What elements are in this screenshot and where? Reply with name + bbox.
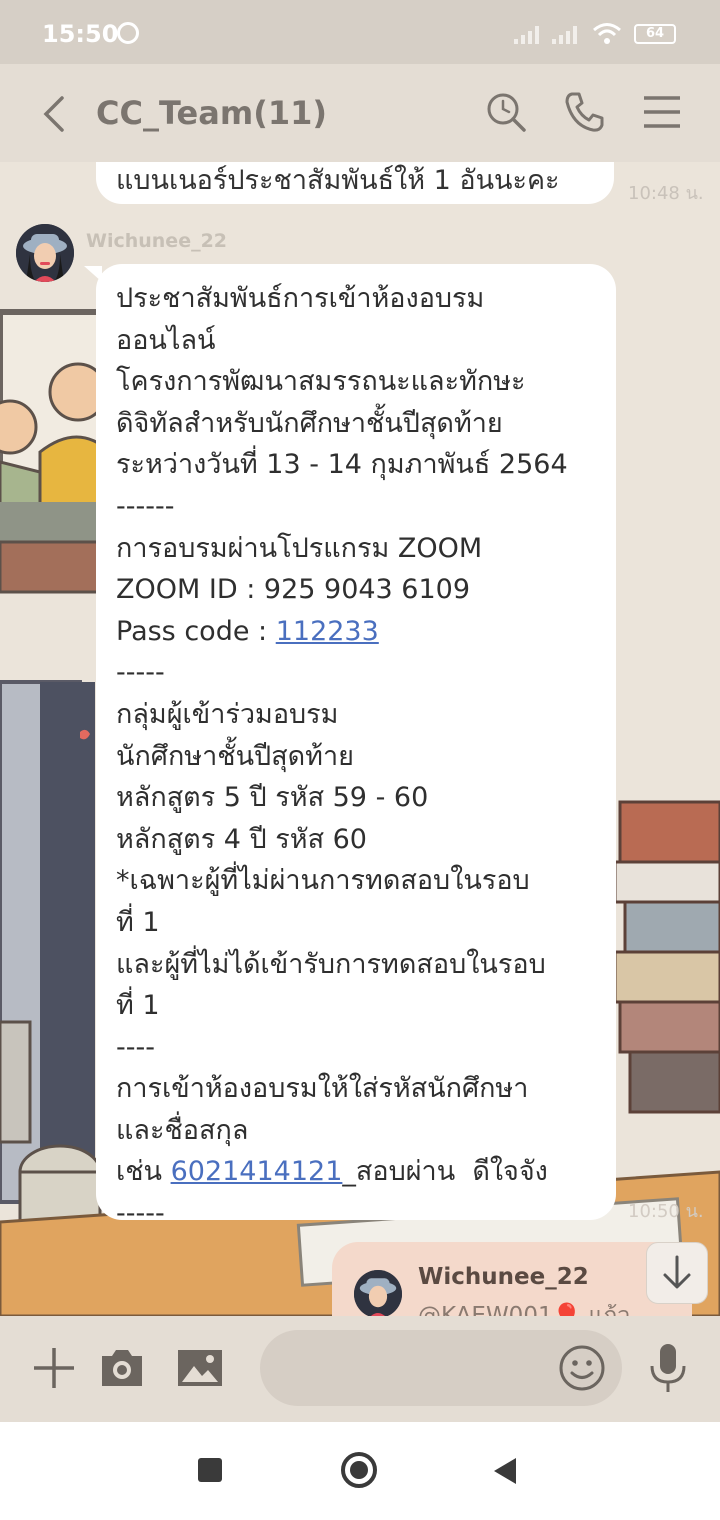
mention-avatar <box>354 1270 402 1316</box>
message-bubble[interactable]: ประชาสัมพันธ์การเข้าห้องอบรม ออนไลน์ โคร… <box>96 264 616 1229</box>
arrow-down-icon <box>663 1255 691 1289</box>
chat-header: CC_Team(11) <box>0 64 720 162</box>
status-time: 15:50 <box>42 20 119 48</box>
chat-title[interactable]: CC_Team(11) <box>96 94 327 132</box>
message-text-part: ----- กลุ่มผู้เข้าร่วมอบรม นักศึกษาชั้นป… <box>116 657 546 1188</box>
message-time: 10:48 น. <box>628 183 704 204</box>
chat-area[interactable]: แบนเนอร์ประชาสัมพันธ์ให้ 1 อันนะคะ 10:48… <box>0 162 720 1316</box>
image-icon[interactable] <box>176 1344 224 1392</box>
sender-name: Wichunee_22 <box>86 230 228 252</box>
avatar-image <box>16 224 74 282</box>
alarm-icon <box>117 22 139 44</box>
back-icon[interactable] <box>36 92 76 136</box>
plus-icon[interactable] <box>30 1344 78 1392</box>
avatar[interactable] <box>16 224 74 282</box>
signal-icon <box>514 26 539 44</box>
previous-message-bubble[interactable]: แบนเนอร์ประชาสัมพันธ์ให้ 1 อันนะคะ <box>96 162 614 204</box>
message-text: ประชาสัมพันธ์การเข้าห้องอบรม ออนไลน์ โคร… <box>116 278 602 1235</box>
search-icon[interactable] <box>484 90 528 134</box>
microphone-icon[interactable] <box>646 1342 690 1394</box>
signal-icon <box>552 26 577 44</box>
mention-popup[interactable]: Wichunee_22 @KAEW001🎈 แก้ว <box>332 1242 692 1316</box>
menu-icon[interactable] <box>640 90 684 134</box>
phone-icon[interactable] <box>562 90 606 134</box>
back-nav-icon[interactable] <box>494 1458 516 1484</box>
input-bar <box>0 1316 720 1422</box>
scroll-down-button[interactable] <box>646 1242 708 1304</box>
message-time: 10:50 น. <box>628 1201 704 1222</box>
camera-icon[interactable] <box>98 1344 146 1392</box>
emoji-icon[interactable] <box>558 1344 606 1392</box>
status-bar: 15:50 64 <box>0 0 720 64</box>
previous-message-text: แบนเนอร์ประชาสัมพันธ์ให้ 1 อันนะคะ <box>116 165 560 196</box>
battery-icon: 64 <box>634 24 676 44</box>
message-text-part: ประชาสัมพันธ์การเข้าห้องอบรม ออนไลน์ โคร… <box>116 283 568 647</box>
example-id-link[interactable]: 6021414121 <box>171 1156 343 1187</box>
pass-code-link[interactable]: 112233 <box>276 616 379 647</box>
recent-apps-icon[interactable] <box>198 1458 222 1482</box>
system-nav-bar <box>0 1422 720 1520</box>
home-icon[interactable] <box>341 1452 377 1488</box>
mention-name: Wichunee_22 <box>418 1264 589 1290</box>
wifi-icon <box>593 23 621 44</box>
mention-text: @KAEW001🎈 แก้ว <box>418 1303 631 1316</box>
